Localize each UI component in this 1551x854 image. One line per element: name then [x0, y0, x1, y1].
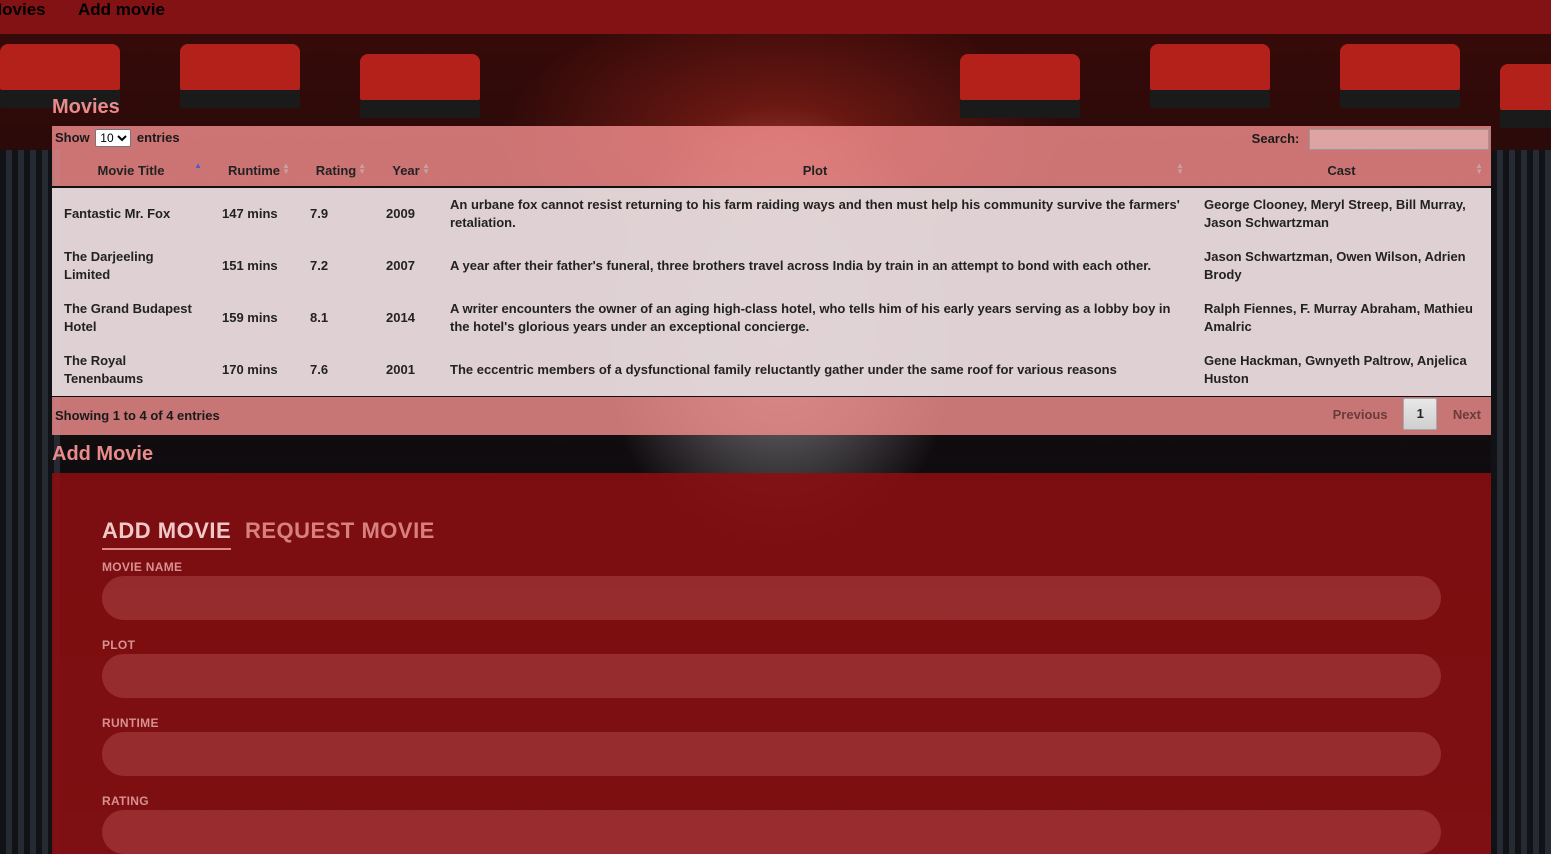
table-row: The Darjeeling Limited 151 mins 7.2 2007…	[52, 240, 1491, 292]
sort-both-icon: ▲ ▼	[358, 161, 366, 176]
show-label: Show	[55, 130, 90, 145]
search-control: Search:	[1252, 129, 1489, 150]
runtime-field[interactable]	[102, 732, 1441, 776]
search-label: Search:	[1251, 130, 1300, 146]
page-1-button[interactable]: 1	[1403, 398, 1438, 430]
cell-cast: Ralph Fiennes, F. Murray Abraham, Mathie…	[1192, 292, 1491, 344]
cell-movie-title: The Grand Budapest Hotel	[52, 292, 210, 344]
cell-rating: 8.1	[298, 292, 374, 344]
cell-runtime: 159 mins	[210, 292, 298, 344]
plot-label: PLOT	[102, 638, 136, 652]
table-info: Showing 1 to 4 of 4 entries	[55, 408, 220, 423]
movie-name-field[interactable]	[102, 576, 1441, 620]
column-header-year[interactable]: Year ▲ ▼	[374, 154, 438, 188]
table-row: The Grand Budapest Hotel 159 mins 8.1 20…	[52, 292, 1491, 344]
column-header-rating[interactable]: Rating ▲ ▼	[298, 154, 374, 188]
cell-cast: George Clooney, Meryl Streep, Bill Murra…	[1192, 187, 1491, 240]
column-header-movie-title[interactable]: Movie Title ▲	[52, 154, 210, 188]
cell-year: 2001	[374, 344, 438, 397]
runtime-label: RUNTIME	[102, 716, 159, 730]
background-curtain-right	[1491, 150, 1551, 854]
movie-name-label: MOVIE NAME	[102, 560, 183, 574]
nav-link-movies[interactable]: Movies	[0, 0, 46, 20]
cell-plot: A year after their father's funeral, thr…	[438, 240, 1192, 292]
column-header-runtime[interactable]: Runtime ▲ ▼	[210, 154, 298, 188]
cell-year: 2007	[374, 240, 438, 292]
pagination: Previous 1 Next	[1333, 398, 1481, 430]
sort-both-icon: ▲ ▼	[282, 161, 290, 176]
cell-rating: 7.2	[298, 240, 374, 292]
tab-add-movie[interactable]: ADD MOVIE	[102, 518, 232, 550]
cell-runtime: 151 mins	[210, 240, 298, 292]
table-header-row: Movie Title ▲ Runtime ▲ ▼ Rating ▲ ▼ Year ▲ ▼ P…	[52, 154, 1491, 188]
plot-field[interactable]	[102, 654, 1441, 698]
movies-table-panel: Show 10 entries Search: Movie Title ▲ Run…	[52, 126, 1491, 435]
table-row: Fantastic Mr. Fox 147 mins 7.9 2009 An u…	[52, 187, 1491, 240]
sort-ascending-icon: ▲	[194, 161, 202, 170]
cell-movie-title: The Royal Tenenbaums	[52, 344, 210, 397]
cell-plot: The eccentric members of a dysfunctional…	[438, 344, 1192, 397]
top-navigation: Movies Add movie	[0, 0, 1551, 34]
search-input[interactable]	[1309, 129, 1489, 150]
nav-link-add-movie[interactable]: Add movie	[78, 0, 165, 20]
cell-movie-title: Fantastic Mr. Fox	[52, 187, 210, 240]
add-movie-form-panel: ADD MOVIE REQUEST MOVIE MOVIE NAME PLOT …	[52, 473, 1491, 854]
movies-section-title: Movies	[52, 96, 120, 118]
cell-plot: A writer encounters the owner of an agin…	[438, 292, 1192, 344]
cell-cast: Jason Schwartzman, Owen Wilson, Adrien B…	[1192, 240, 1491, 292]
entries-length-control: Show 10 entries	[55, 129, 180, 147]
cell-plot: An urbane fox cannot resist returning to…	[438, 187, 1192, 240]
entries-label: entries	[136, 130, 180, 145]
entries-length-select[interactable]: 10	[95, 129, 132, 147]
cell-runtime: 170 mins	[210, 344, 298, 397]
rating-label: RATING	[102, 794, 149, 808]
sort-both-icon: ▲ ▼	[422, 161, 430, 176]
column-header-plot[interactable]: Plot ▲ ▼	[438, 154, 1192, 188]
sort-both-icon: ▲ ▼	[1475, 161, 1483, 176]
sort-both-icon: ▲ ▼	[1176, 161, 1184, 176]
cell-runtime: 147 mins	[210, 187, 298, 240]
tab-request-movie[interactable]: REQUEST MOVIE	[245, 518, 435, 544]
rating-field[interactable]	[102, 810, 1441, 854]
cell-rating: 7.6	[298, 344, 374, 397]
cell-year: 2009	[374, 187, 438, 240]
cell-year: 2014	[374, 292, 438, 344]
next-page-button[interactable]: Next	[1453, 407, 1481, 422]
column-header-cast[interactable]: Cast ▲ ▼	[1192, 154, 1491, 188]
movies-table: Movie Title ▲ Runtime ▲ ▼ Rating ▲ ▼ Year ▲ ▼ P…	[52, 154, 1491, 397]
cell-rating: 7.9	[298, 187, 374, 240]
cell-cast: Gene Hackman, Gwnyeth Paltrow, Anjelica …	[1192, 344, 1491, 397]
background-curtain-left	[0, 150, 60, 854]
cell-movie-title: The Darjeeling Limited	[52, 240, 210, 292]
add-movie-section-title: Add Movie	[52, 443, 154, 465]
previous-page-button[interactable]: Previous	[1333, 407, 1388, 422]
table-row: The Royal Tenenbaums 170 mins 7.6 2001 T…	[52, 344, 1491, 397]
